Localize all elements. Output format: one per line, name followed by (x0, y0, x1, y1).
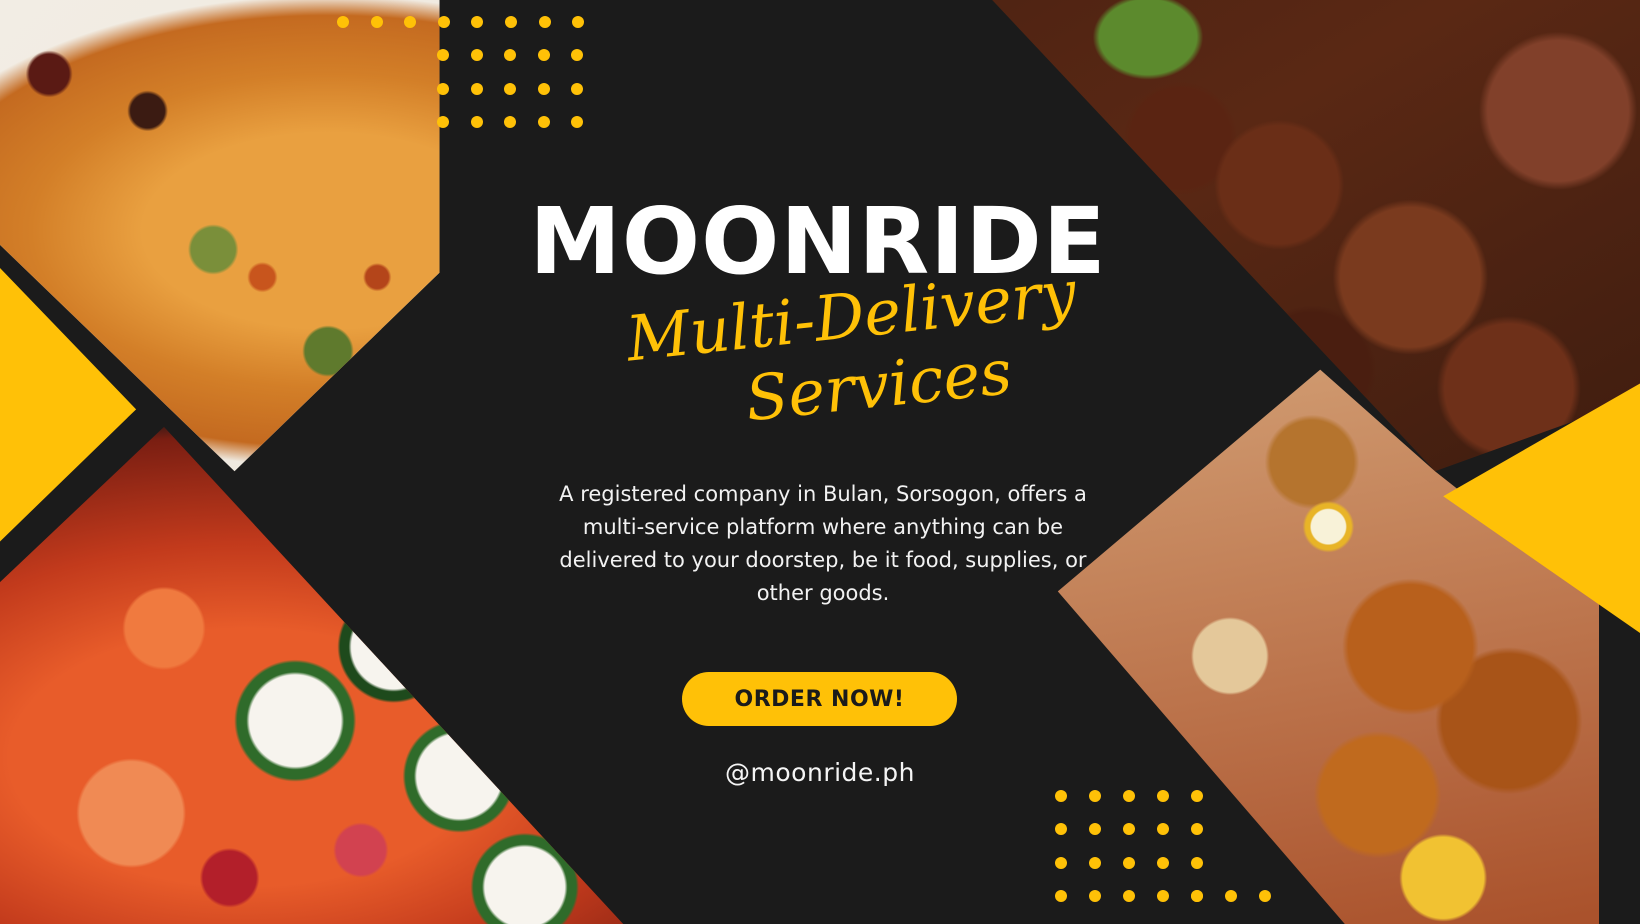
dot (1157, 823, 1169, 836)
dot (1055, 856, 1067, 869)
dot (571, 116, 584, 129)
dot (1191, 823, 1203, 836)
dot (504, 116, 517, 129)
dot (1089, 890, 1101, 903)
dot (1055, 823, 1067, 836)
dot (1191, 856, 1203, 869)
dot (571, 49, 584, 61)
dot (572, 16, 585, 28)
dot (1089, 790, 1101, 802)
dot (470, 82, 483, 95)
dot (437, 116, 449, 129)
dot (537, 116, 550, 129)
dot (1157, 790, 1169, 802)
dot (537, 49, 550, 61)
dot (471, 16, 484, 28)
dot (337, 16, 349, 28)
dot (504, 49, 517, 61)
dot-pattern-bottom-extra (1191, 890, 1293, 902)
dot (1225, 890, 1237, 902)
dot (1123, 856, 1135, 869)
dot (470, 49, 483, 61)
dot (1123, 790, 1135, 802)
dot-pattern-bottom-grid (1055, 790, 1225, 924)
brand-title: MOONRIDE (529, 188, 1107, 295)
dot (1191, 890, 1203, 902)
dot (1123, 823, 1135, 836)
dot (571, 82, 584, 95)
order-now-button[interactable]: ORDER NOW! (682, 672, 957, 726)
dot (504, 16, 517, 28)
dot-pattern-top-grid (437, 49, 605, 150)
dot (537, 82, 550, 95)
company-description: A registered company in Bulan, Sorsogon,… (559, 482, 1087, 605)
dot (538, 16, 551, 28)
dot (437, 82, 449, 95)
dot (437, 16, 450, 28)
dot (404, 16, 417, 28)
dot (1089, 823, 1101, 836)
dot-pattern-top-row (337, 16, 606, 28)
dot (437, 49, 449, 61)
dot (470, 116, 483, 129)
dot (504, 82, 517, 95)
dot (1157, 890, 1169, 903)
dot (1123, 890, 1135, 903)
dot (1089, 856, 1101, 869)
dot (1157, 856, 1169, 869)
dot (1259, 890, 1271, 902)
dot (1055, 890, 1067, 903)
dot (1191, 790, 1203, 802)
promo-banner: MOONRIDE Multi-Delivery Services A regis… (0, 0, 1640, 924)
social-handle: @moonride.ph (725, 758, 915, 787)
dot (1055, 790, 1067, 802)
dot (370, 16, 383, 28)
